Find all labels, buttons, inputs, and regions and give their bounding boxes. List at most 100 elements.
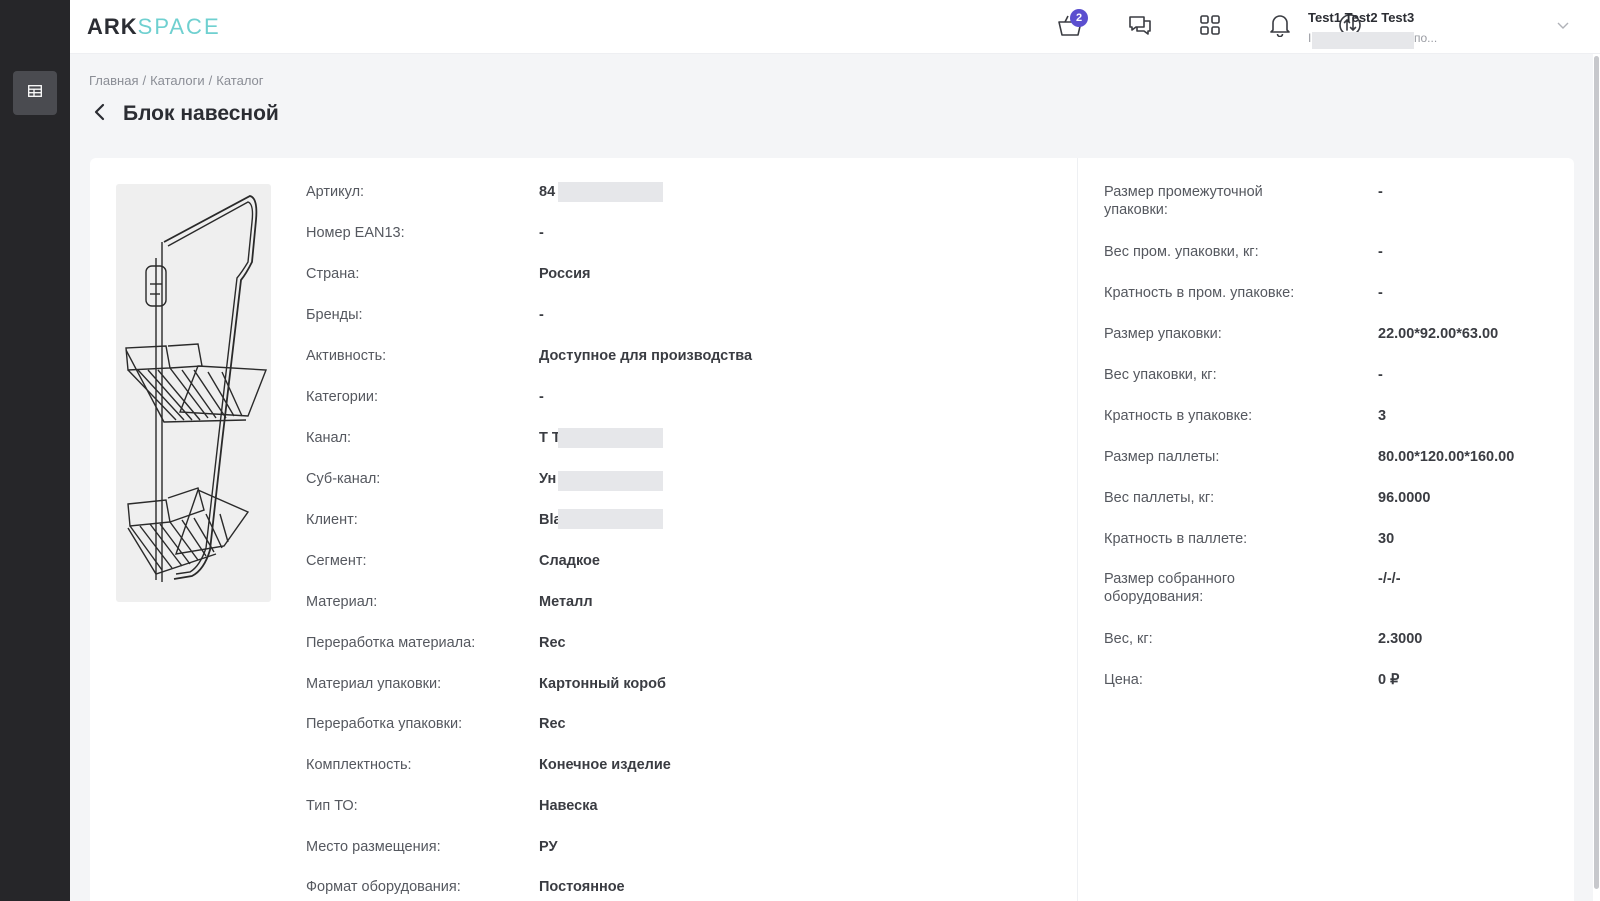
notifications-button[interactable]: [1265, 12, 1295, 42]
prop-value-text: 30: [1378, 531, 1395, 547]
prop-row: Бренды:: [306, 307, 363, 323]
prop-value-pallet-multiplicity: 30: [1378, 531, 1394, 547]
prop-row: Суб-канал:: [306, 471, 380, 487]
redacted-block: [558, 428, 663, 448]
page-header: Блок навесной: [93, 102, 279, 126]
prop-value-text: Навеска: [539, 798, 598, 814]
back-button[interactable]: [93, 103, 111, 125]
prop-value-article: 84: [539, 184, 555, 200]
prop-row: Кратность в пром. упаковке:: [1104, 285, 1294, 301]
prop-label-packaging-material: Материал упаковки:: [306, 676, 442, 692]
prop-label-article: Артикул:: [306, 184, 365, 200]
prop-value-material: Металл: [539, 594, 593, 610]
prop-label-pack-size: Размер упаковки:: [1104, 326, 1222, 342]
user-menu[interactable]: Test1 Test2 Test3 I по...: [1308, 10, 1478, 49]
prop-label-placement: Место размещения:: [306, 839, 441, 855]
prop-value-subchannel: Ун: [539, 471, 556, 487]
chevron-left-icon: [93, 103, 107, 126]
prop-value-text: Россия: [539, 266, 591, 282]
prop-row: Переработка упаковки:: [306, 716, 462, 732]
chat-icon: [1127, 13, 1153, 42]
prop-label-pallet-size: Размер паллеты:: [1104, 449, 1220, 465]
prop-value-text: -: [539, 225, 544, 241]
prop-value-text: 84: [539, 184, 556, 200]
prop-row: Активность:: [306, 348, 386, 364]
prop-label-to-type: Тип ТО:: [306, 798, 358, 814]
prop-value-pallet-weight: 96.0000: [1378, 490, 1430, 506]
prop-label-ean13: Номер EAN13:: [306, 225, 405, 241]
prop-row: Вес пром. упаковки, кг:: [1104, 244, 1259, 260]
breadcrumb-catalog[interactable]: Каталог: [216, 73, 263, 88]
prop-row: Канал:: [306, 430, 351, 446]
prop-value-text: Rec: [539, 716, 566, 732]
cart-count-badge: 2: [1070, 9, 1088, 27]
prop-value-pack-size: 22.00*92.00*63.00: [1378, 326, 1498, 342]
prop-value-text: -: [1378, 184, 1383, 200]
prop-value-to-type: Навеска: [539, 798, 598, 814]
prop-value-text: РУ: [539, 839, 558, 855]
prop-label-intermediate-pack-size-line2: упаковки:: [1104, 202, 1168, 218]
product-image[interactable]: [116, 184, 271, 602]
prop-row: Артикул:: [306, 184, 364, 200]
grid-icon: [1198, 13, 1222, 42]
prop-value-text: Rec: [539, 635, 566, 651]
prop-value-text: 0 ₽: [1378, 672, 1400, 688]
prop-value-categories: -: [539, 389, 544, 405]
prop-value-activity: Доступное для производства: [539, 348, 752, 364]
prop-value-text: Картонный короб: [539, 676, 666, 692]
prop-label-price: Цена:: [1104, 672, 1143, 688]
prop-row: Тип ТО:: [306, 798, 358, 814]
logo-ark: ARK: [87, 14, 138, 39]
prop-value-pack-multiplicity: 3: [1378, 408, 1386, 424]
prop-value-text: 80.00*120.00*160.00: [1378, 449, 1515, 465]
prop-value-text: 22.00*92.00*63.00: [1378, 326, 1499, 342]
prop-label-categories: Категории:: [306, 389, 379, 405]
logo[interactable]: ARK SPACE: [87, 14, 221, 40]
prop-value-country: Россия: [539, 266, 590, 282]
prop-value-equipment-format: Постоянное: [539, 879, 625, 895]
user-organization: I по...: [1308, 31, 1478, 49]
prop-value-intermediate-pack-multiplicity: -: [1378, 285, 1383, 301]
chevron-down-icon[interactable]: [1556, 18, 1570, 37]
prop-label-subchannel: Суб-канал:: [306, 471, 381, 487]
apps-button[interactable]: [1195, 12, 1225, 42]
prop-label-channel: Канал:: [306, 430, 352, 446]
prop-value-assembled-size: -/-/-: [1378, 571, 1401, 587]
user-name: Test1 Test2 Test3: [1308, 10, 1415, 25]
prop-row: Размер упаковки:: [1104, 326, 1222, 342]
breadcrumb-home[interactable]: Главная: [89, 73, 138, 88]
prop-value-weight: 2.3000: [1378, 631, 1422, 647]
prop-value-text: 2.3000: [1378, 631, 1423, 647]
prop-value-text: -: [1378, 367, 1383, 383]
prop-row: Материал:: [306, 594, 377, 610]
prop-row: Материал упаковки:: [306, 676, 441, 692]
prop-value-pallet-size: 80.00*120.00*160.00: [1378, 449, 1514, 465]
prop-row: Формат оборудования:: [306, 879, 461, 895]
prop-row: Клиент:: [306, 512, 358, 528]
prop-value-packaging-recycling: Rec: [539, 716, 566, 732]
redacted-block: [558, 471, 663, 491]
prop-value-intermediate-pack-weight: -: [1378, 244, 1383, 260]
bell-icon: [1269, 13, 1291, 42]
prop-label-assembled-size: Размер собранного: [1104, 571, 1235, 587]
prop-value-text: -: [539, 389, 544, 405]
sidebar: [0, 0, 70, 901]
prop-value-text: Ун: [539, 471, 557, 487]
prop-row: Место размещения:: [306, 839, 441, 855]
prop-row: Номер EAN13:: [306, 225, 405, 241]
prop-row: Цена:: [1104, 672, 1143, 688]
column-divider: [1077, 158, 1078, 901]
scrollbar-thumb[interactable]: [1594, 56, 1599, 889]
prop-row: Размер собранного оборудования:: [1104, 571, 1235, 605]
sidebar-item-catalog[interactable]: [13, 71, 57, 115]
prop-label-country: Страна:: [306, 266, 360, 282]
prop-value-brands: -: [539, 307, 544, 323]
chat-button[interactable]: [1125, 12, 1155, 42]
prop-label-client: Клиент:: [306, 512, 358, 528]
prop-row: Вес, кг:: [1104, 631, 1153, 647]
cart-button[interactable]: 2: [1055, 9, 1088, 42]
prop-row: Страна:: [306, 266, 359, 282]
breadcrumb-catalogs[interactable]: Каталоги: [150, 73, 205, 88]
prop-value-ean13: -: [539, 225, 544, 241]
prop-label-brands: Бренды:: [306, 307, 363, 323]
